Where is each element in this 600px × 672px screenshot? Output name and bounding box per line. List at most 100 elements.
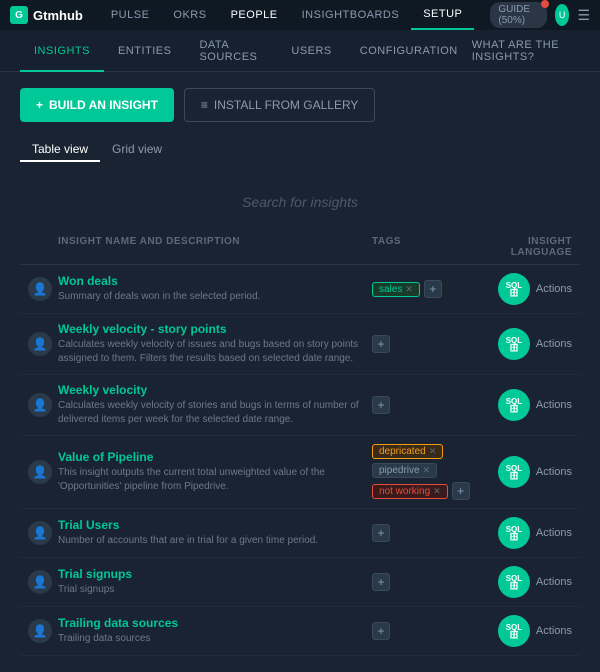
- subnav-users[interactable]: USERS: [277, 30, 345, 72]
- nav-people[interactable]: PEOPLE: [219, 0, 290, 30]
- actions-cell: SQL 🗄 Actions: [492, 328, 572, 360]
- tag-add-button[interactable]: +: [372, 335, 390, 353]
- actions-cell: SQL 🗄 Actions: [492, 517, 572, 549]
- tag-sales[interactable]: sales ✕: [372, 282, 420, 297]
- tag-add-button[interactable]: +: [452, 482, 470, 500]
- row-info: Weekly velocity Calculates weekly veloci…: [58, 383, 372, 427]
- row-description: Summary of deals won in the selected per…: [58, 290, 372, 304]
- person-icon: 👤: [33, 526, 48, 540]
- row-tags: +: [372, 396, 492, 414]
- row-tags: depricated ✕ pipedrive ✕ not working ✕ +: [372, 444, 492, 500]
- row-description: This insight outputs the current total u…: [58, 466, 372, 494]
- tab-grid-view[interactable]: Grid view: [100, 138, 174, 162]
- actions-button[interactable]: Actions: [536, 527, 572, 539]
- row-info: Trial signups Trial signups: [58, 567, 372, 597]
- header-name-col: INSIGHT NAME AND DESCRIPTION: [58, 236, 372, 258]
- tag-add-button[interactable]: +: [372, 573, 390, 591]
- logo[interactable]: G Gtmhub: [10, 6, 83, 24]
- actions-button[interactable]: Actions: [536, 625, 572, 637]
- row-description: Calculates weekly velocity of issues and…: [58, 338, 372, 366]
- table-header: INSIGHT NAME AND DESCRIPTION TAGS INSIGH…: [20, 230, 580, 265]
- guide-badge[interactable]: GUIDE (50%): [490, 2, 546, 28]
- tag-remove-icon[interactable]: ✕: [433, 486, 441, 497]
- subnav-data-sources[interactable]: DATA SOURCES: [185, 30, 277, 72]
- tag-depricated[interactable]: depricated ✕: [372, 444, 443, 459]
- view-tabs: Table view Grid view: [20, 138, 580, 162]
- tag-add-button[interactable]: +: [372, 524, 390, 542]
- actions-button[interactable]: Actions: [536, 466, 572, 478]
- search-placeholder: Search for insights: [242, 194, 358, 210]
- header-tags-col: TAGS: [372, 236, 492, 258]
- table-row: 👤 Trial signups Trial signups + SQL 🗄 Ac…: [20, 558, 580, 607]
- row-avatar: 👤: [28, 619, 52, 643]
- nav-pulse[interactable]: PULSE: [99, 0, 162, 30]
- actions-cell: SQL 🗄 Actions: [492, 615, 572, 647]
- row-title[interactable]: Trial signups: [58, 567, 372, 581]
- actions-button[interactable]: Actions: [536, 576, 572, 588]
- tag-remove-icon[interactable]: ✕: [405, 284, 413, 295]
- subnav-insights[interactable]: INSIGHTS: [20, 30, 104, 72]
- actions-cell: SQL 🗄 Actions: [492, 566, 572, 598]
- row-info: Trial Users Number of accounts that are …: [58, 518, 372, 548]
- nav-insightboards[interactable]: INSIGHTBOARDS: [290, 0, 412, 30]
- row-title[interactable]: Weekly velocity: [58, 383, 372, 397]
- table-row: 👤 Weekly velocity - story points Calcula…: [20, 314, 580, 375]
- row-description: Trailing data sources: [58, 632, 372, 646]
- sql-badge: SQL 🗄: [498, 517, 530, 549]
- nav-setup[interactable]: SETUP: [411, 0, 474, 30]
- person-icon: 👤: [33, 398, 48, 412]
- guide-notification-dot: [541, 0, 549, 8]
- sub-navigation: INSIGHTS ENTITIES DATA SOURCES USERS CON…: [0, 30, 600, 72]
- table-row: 👤 Trial Users Number of accounts that ar…: [20, 509, 580, 558]
- tag-remove-icon[interactable]: ✕: [423, 465, 431, 476]
- subnav-entities[interactable]: ENTITIES: [104, 30, 186, 72]
- logo-icon: G: [10, 6, 28, 24]
- row-title[interactable]: Won deals: [58, 274, 372, 288]
- row-avatar: 👤: [28, 460, 52, 484]
- row-avatar: 👤: [28, 332, 52, 356]
- row-title[interactable]: Value of Pipeline: [58, 450, 372, 464]
- tag-remove-icon[interactable]: ✕: [429, 446, 437, 457]
- action-bar: + BUILD AN INSIGHT ≡ INSTALL FROM GALLER…: [20, 88, 580, 122]
- what-are-insights-link[interactable]: WHAT ARE THE INSIGHTS?: [472, 39, 580, 63]
- person-icon: 👤: [33, 282, 48, 296]
- tag-add-button[interactable]: +: [372, 622, 390, 640]
- row-description: Number of accounts that are in trial for…: [58, 534, 372, 548]
- hamburger-menu[interactable]: ☰: [577, 7, 590, 24]
- subnav-configuration[interactable]: CONFIGURATION: [346, 30, 472, 72]
- logo-text: Gtmhub: [33, 8, 83, 23]
- nav-right: GUIDE (50%) U ☰: [490, 2, 590, 28]
- nav-items: PULSE OKRs PEOPLE INSIGHTBOARDS SETUP: [99, 0, 475, 30]
- nav-okrs[interactable]: OKRs: [161, 0, 218, 30]
- actions-cell: SQL 🗄 Actions: [492, 456, 572, 488]
- sql-badge: SQL 🗄: [498, 273, 530, 305]
- row-title[interactable]: Weekly velocity - story points: [58, 322, 372, 336]
- header-avatar-col: [28, 236, 58, 258]
- header-lang-col: INSIGHT LANGUAGE: [492, 236, 572, 258]
- actions-button[interactable]: Actions: [536, 338, 572, 350]
- table-row: 👤 Trailing data sources Trailing data so…: [20, 607, 580, 656]
- table-row: 👤 Value of Pipeline This insight outputs…: [20, 436, 580, 509]
- tag-add-button[interactable]: +: [424, 280, 442, 298]
- install-from-gallery-button[interactable]: ≡ INSTALL FROM GALLERY: [184, 88, 376, 122]
- sql-badge: SQL 🗄: [498, 456, 530, 488]
- sql-badge: SQL 🗄: [498, 566, 530, 598]
- build-insight-button[interactable]: + BUILD AN INSIGHT: [20, 88, 174, 122]
- tag-not-working[interactable]: not working ✕: [372, 484, 448, 499]
- tag-pipedrive[interactable]: pipedrive ✕: [372, 463, 437, 478]
- row-tags: sales ✕ +: [372, 280, 492, 298]
- tab-table-view[interactable]: Table view: [20, 138, 100, 162]
- tag-add-button[interactable]: +: [372, 396, 390, 414]
- row-avatar: 👤: [28, 393, 52, 417]
- person-icon: 👤: [33, 337, 48, 351]
- row-avatar: 👤: [28, 521, 52, 545]
- user-avatar[interactable]: U: [555, 4, 570, 26]
- row-tags: +: [372, 335, 492, 353]
- row-title[interactable]: Trial Users: [58, 518, 372, 532]
- row-info: Weekly velocity - story points Calculate…: [58, 322, 372, 366]
- plus-icon: +: [36, 98, 43, 112]
- actions-button[interactable]: Actions: [536, 283, 572, 295]
- actions-button[interactable]: Actions: [536, 399, 572, 411]
- row-tags: +: [372, 524, 492, 542]
- row-title[interactable]: Trailing data sources: [58, 616, 372, 630]
